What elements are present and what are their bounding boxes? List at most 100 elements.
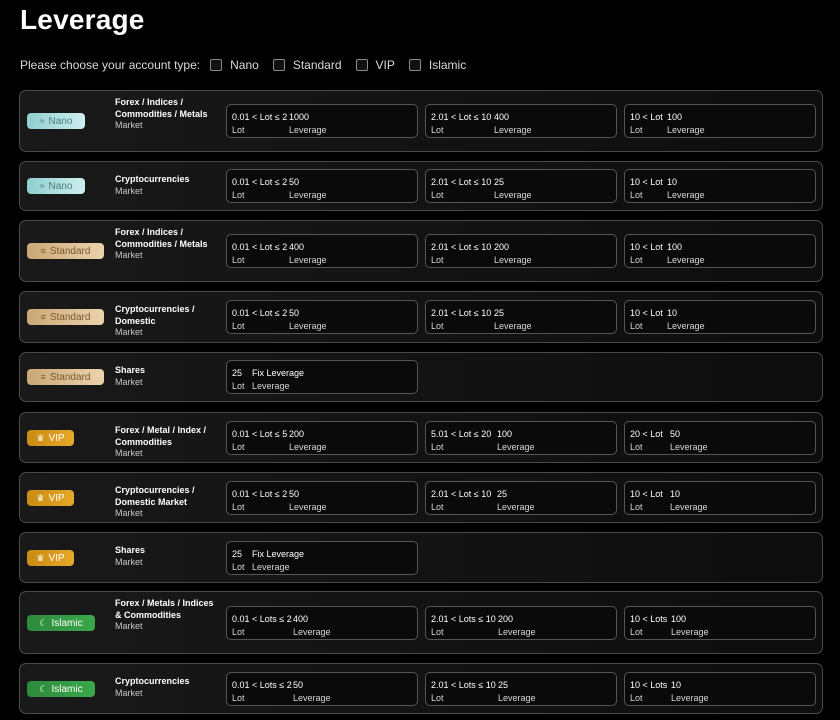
lot-label: Lot <box>232 627 245 637</box>
checkbox-vip[interactable] <box>355 59 368 71</box>
account-type-option-islamic[interactable]: Islamic <box>408 58 466 72</box>
leverage-label: Leverage <box>671 627 709 637</box>
leverage-row: ≈ Nano Cryptocurrencies Market 0.01 < Lot ≤ … <box>19 161 823 211</box>
leverage-value: 10 <box>671 680 682 690</box>
lot-range: 10 < Lots <box>630 614 668 624</box>
leverage-value: 200 <box>498 614 514 624</box>
checkbox-islamic[interactable] <box>408 59 421 71</box>
market-name: Cryptocurrencies <box>115 174 190 184</box>
leverage-page: Leverage Please choose your account type… <box>0 0 840 720</box>
leverage-tier-cell: 0.01 < Lots ≤ 2 50 Lot Leverage <box>226 672 418 706</box>
market-info: Cryptocurrencies / Domestic Market Market <box>115 485 215 520</box>
leverage-tier-cell: 2.01 < Lots ≤ 10 200 Lot Leverage <box>425 606 617 640</box>
account-badge-label: Standard <box>49 245 91 257</box>
market-label: Market <box>115 327 143 337</box>
leverage-label: Leverage <box>671 693 709 703</box>
account-badge-standard: ≡ Standard <box>27 309 104 325</box>
leverage-tier-cell: 0.01 < Lots ≤ 2 400 Lot Leverage <box>226 606 418 640</box>
lot-range: 2.01 < Lot ≤ 10 <box>431 242 492 252</box>
lot-range: 0.01 < Lots ≤ 2 <box>232 614 292 624</box>
leverage-value: Fix Leverage <box>252 368 305 378</box>
checkbox-nano[interactable] <box>210 59 223 71</box>
account-badge-label: Nano <box>48 115 73 127</box>
lot-label: Lot <box>630 321 643 331</box>
leverage-label: Leverage <box>667 190 705 200</box>
leverage-label: Leverage <box>252 381 290 391</box>
leverage-tier-cell: 2.01 < Lot ≤ 10 200 Lot Leverage <box>425 234 617 268</box>
leverage-tier-cell: 0.01 < Lot ≤ 2 50 Lot Leverage <box>226 481 418 515</box>
crown-icon: ♛ <box>36 432 45 443</box>
leverage-tier-cell: 2.01 < Lot ≤ 10 25 Lot Leverage <box>425 169 617 203</box>
market-label: Market <box>115 448 143 458</box>
market-info: Shares Market <box>115 365 215 388</box>
lot-range: 2.01 < Lot ≤ 10 <box>431 112 492 122</box>
checkbox-standard[interactable] <box>272 59 285 71</box>
wave-icon: ≈ <box>39 180 45 191</box>
market-name: Forex / Indices / Commodities / Metals <box>115 227 208 249</box>
market-label: Market <box>115 185 143 196</box>
lot-range: 20 < Lot <box>630 429 663 439</box>
account-type-chooser: Please choose your account type: Nano St… <box>20 57 480 73</box>
account-type-option-nano[interactable]: Nano <box>210 58 259 72</box>
market-name: Cryptocurrencies / Domestic <box>115 304 195 326</box>
account-badge-label: Nano <box>48 180 73 192</box>
market-label: Market <box>115 687 143 698</box>
crown-icon: ♛ <box>36 492 45 503</box>
account-badge-label: Islamic <box>51 683 83 695</box>
leverage-tier-cell: 10 < Lots 100 Lot Leverage <box>624 606 816 640</box>
leverage-row: ☾ Islamic Forex / Metals / Indices & Commo… <box>19 591 823 654</box>
lot-label: Lot <box>232 125 245 135</box>
leverage-tier-cell: 2.01 < Lot ≤ 10 25 Lot Leverage <box>425 300 617 334</box>
account-type-option-vip[interactable]: VIP <box>355 58 395 72</box>
market-name: Shares <box>115 365 146 375</box>
leverage-label: Leverage <box>494 255 532 265</box>
account-badge-label: VIP <box>48 432 65 444</box>
lot-label: Lot <box>431 321 444 331</box>
option-label-standard: Standard <box>292 58 342 72</box>
leverage-label: Leverage <box>670 502 708 512</box>
leverage-row: ≡ Standard Cryptocurrencies / Domestic Mark… <box>19 291 823 343</box>
crescent-icon: ☾ <box>39 683 48 694</box>
market-name: Cryptocurrencies <box>115 676 190 686</box>
leverage-tier-cell: 25 Fix Leverage Lot Leverage <box>226 360 418 394</box>
account-type-option-standard[interactable]: Standard <box>272 58 342 72</box>
leverage-tier-cell: 5.01 < Lot ≤ 20 100 Lot Leverage <box>425 421 617 455</box>
market-info: Forex / Indices / Commodities / Metals Ma… <box>115 227 215 262</box>
lot-label: Lot <box>431 693 444 703</box>
leverage-value: 25 <box>494 177 505 187</box>
leverage-value: Fix Leverage <box>252 549 305 559</box>
leverage-value: 25 <box>497 489 508 499</box>
leverage-value: 1000 <box>289 112 310 122</box>
leverage-value: 25 <box>494 308 505 318</box>
lot-label: Lot <box>630 693 643 703</box>
lot-label: Lot <box>232 381 245 391</box>
leverage-tier-cell: 2.01 < Lots ≤ 10 25 Lot Leverage <box>425 672 617 706</box>
leverage-tier-cell: 0.01 < Lot ≤ 5 200 Lot Leverage <box>226 421 418 455</box>
lot-label: Lot <box>431 190 444 200</box>
leverage-value: 50 <box>289 489 300 499</box>
leverage-value: 50 <box>289 177 300 187</box>
market-info: Cryptocurrencies / Domestic Market <box>115 304 215 339</box>
account-badge-label: Standard <box>49 311 91 323</box>
lot-label: Lot <box>630 255 643 265</box>
account-badge-standard: ≡ Standard <box>27 243 104 259</box>
lot-label: Lot <box>431 627 444 637</box>
lot-range: 0.01 < Lot ≤ 2 <box>232 112 288 122</box>
market-name: Forex / Metals / Indices & Commodities <box>115 598 214 620</box>
lot-range: 10 < Lot <box>630 308 663 318</box>
option-label-nano: Nano <box>230 58 259 72</box>
market-info: Forex / Indices / Commodities / Metals Ma… <box>115 97 215 132</box>
leverage-row: ♛ VIP Cryptocurrencies / Domestic Market Ma… <box>19 472 823 523</box>
leverage-label: Leverage <box>289 442 327 452</box>
lot-range: 0.01 < Lot ≤ 2 <box>232 489 288 499</box>
market-name: Forex / Metal / Index / Commodities <box>115 425 207 447</box>
leverage-value: 100 <box>667 112 683 122</box>
leverage-label: Leverage <box>289 190 327 200</box>
lot-label: Lot <box>232 693 245 703</box>
lot-range: 0.01 < Lot ≤ 5 <box>232 429 288 439</box>
lot-label: Lot <box>232 255 245 265</box>
market-info: Cryptocurrencies Market <box>115 676 215 699</box>
market-label: Market <box>115 376 143 387</box>
leverage-tier-cell: 10 < Lots 10 Lot Leverage <box>624 672 816 706</box>
lot-label: Lot <box>630 190 643 200</box>
